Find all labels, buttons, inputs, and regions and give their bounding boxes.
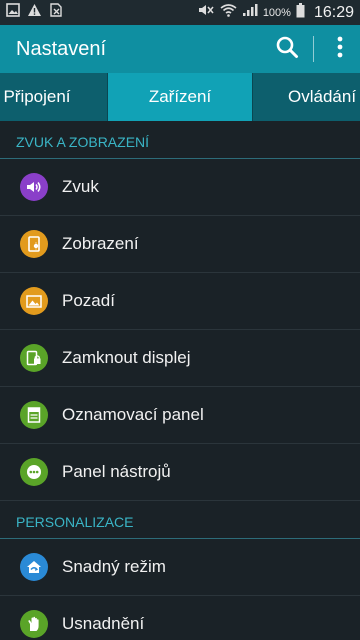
- list-item-label: Oznamovací panel: [62, 405, 204, 424]
- page-title: Nastavení: [16, 37, 107, 60]
- gallery-icon: [6, 3, 20, 22]
- list-item-label: Zamknout displej: [62, 348, 191, 367]
- easy-mode-icon: [20, 553, 48, 581]
- search-icon: [275, 35, 299, 64]
- sound-icon: [20, 173, 48, 201]
- notification-panel-icon: [20, 401, 48, 429]
- action-bar-divider: [313, 36, 314, 62]
- list-item-panel-nastroju[interactable]: Panel nástrojů: [0, 444, 360, 501]
- list-item-label: Zvuk: [62, 177, 99, 196]
- list-item-label: Zobrazení: [62, 234, 139, 253]
- wifi-icon: [220, 3, 237, 22]
- section-header-zvuk-a-zobrazeni: ZVUK A ZOBRAZENÍ: [0, 121, 360, 159]
- lock-screen-icon: [20, 344, 48, 372]
- tab-ovladani[interactable]: Ovládání: [252, 73, 360, 121]
- list-item-zobrazeni[interactable]: Zobrazení: [0, 216, 360, 273]
- tab-bar: Připojení Zařízení Ovládání: [0, 73, 360, 121]
- list-item-usnadneni[interactable]: Usnadnění: [0, 596, 360, 640]
- wallpaper-icon: [20, 287, 48, 315]
- list-item-label: Usnadnění: [62, 614, 145, 633]
- list-item-oznamovaci-panel[interactable]: Oznamovací panel: [0, 387, 360, 444]
- more-vert-icon: [337, 36, 343, 63]
- display-icon: [20, 230, 48, 258]
- action-bar: Nastavení: [0, 25, 360, 73]
- settings-list: ZVUK A ZOBRAZENÍ Zvuk Zobrazení Pozadí Z…: [0, 121, 360, 640]
- signal-icon: [242, 3, 258, 22]
- toolbox-icon: [20, 458, 48, 486]
- status-bar: 100% 16:29: [0, 0, 360, 25]
- section-header-personalizace: PERSONALIZACE: [0, 501, 360, 539]
- clock: 16:29: [313, 3, 354, 21]
- list-item-zvuk[interactable]: Zvuk: [0, 159, 360, 216]
- tab-pripojeni[interactable]: Připojení: [0, 73, 108, 121]
- list-item-label: Panel nástrojů: [62, 462, 171, 481]
- warning-icon: [27, 3, 42, 22]
- list-item-zamknout-displej[interactable]: Zamknout displej: [0, 330, 360, 387]
- overflow-menu-button[interactable]: [320, 25, 360, 73]
- list-item-pozadi[interactable]: Pozadí: [0, 273, 360, 330]
- mute-icon: [197, 3, 215, 22]
- list-item-label: Snadný režim: [62, 557, 166, 576]
- list-item-snadny-rezim[interactable]: Snadný režim: [0, 539, 360, 596]
- battery-icon: [296, 2, 305, 23]
- tab-zarizeni[interactable]: Zařízení: [108, 73, 252, 121]
- search-button[interactable]: [267, 25, 307, 73]
- accessibility-icon: [20, 610, 48, 638]
- no-sim-icon: [49, 3, 63, 22]
- list-item-label: Pozadí: [62, 291, 115, 310]
- battery-percent: 100%: [262, 6, 291, 19]
